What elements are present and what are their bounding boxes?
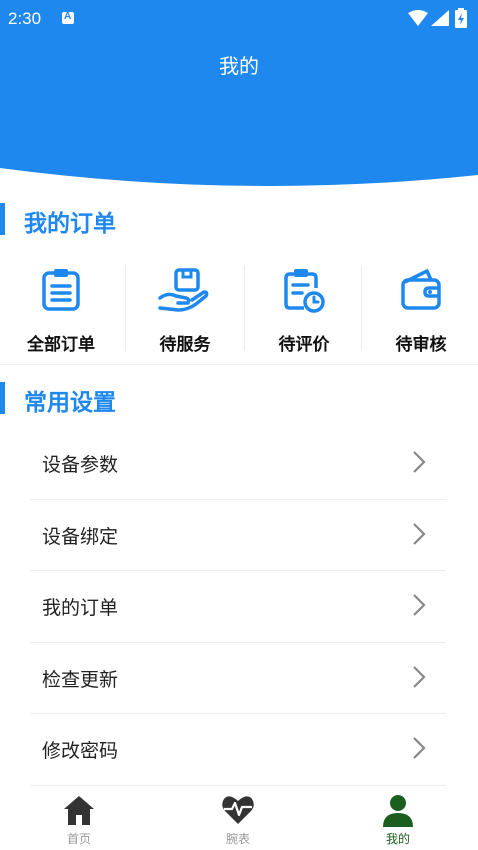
order-pending-service-button[interactable]: 待服务 (126, 258, 244, 356)
tab-watch[interactable]: 腕表 (178, 788, 298, 850)
order-pending-service-label: 待服务 (159, 335, 211, 355)
notification-a-icon (62, 11, 74, 24)
order-pending-review-label: 待评价 (278, 335, 330, 355)
order-pending-audit-button[interactable]: 待审核 (362, 258, 478, 356)
tab-mine-label: 我的 (385, 832, 410, 846)
order-all-button[interactable]: 全部订单 (2, 258, 120, 356)
menu-item-label: 修改密码 (42, 740, 119, 762)
page-title: 我的 (219, 54, 259, 78)
wallet-icon (401, 269, 441, 310)
home-icon (64, 796, 94, 825)
status-time: 2:30 (8, 9, 42, 28)
menu-item-check-update[interactable]: 检查更新 (30, 643, 446, 714)
tab-mine[interactable]: 我的 (338, 788, 458, 850)
order-all-label: 全部订单 (27, 335, 95, 355)
chevron-right-icon (413, 522, 426, 545)
orders-section-title: 我的订单 (24, 211, 116, 237)
menu-item-label: 设备参数 (42, 454, 119, 476)
tab-watch-label: 腕表 (225, 832, 250, 846)
tab-home[interactable]: 首页 (19, 788, 139, 850)
section-accent-bar (0, 382, 5, 414)
menu-item-change-password[interactable]: 修改密码 (30, 714, 446, 786)
heart-pulse-icon (222, 796, 254, 824)
settings-section-header: 常用设置 (0, 380, 478, 416)
clipboard-clock-icon (284, 269, 325, 313)
status-bar: 2:30 (0, 0, 478, 36)
tab-home-label: 首页 (66, 832, 91, 846)
wifi-icon (408, 10, 428, 26)
signal-icon (431, 10, 449, 26)
person-icon (383, 795, 413, 827)
chevron-right-icon (413, 451, 426, 473)
order-pending-review-button[interactable]: 待评价 (245, 258, 363, 356)
hand-package-icon (158, 268, 209, 312)
section-divider (0, 364, 478, 365)
settings-list: 设备参数 设备绑定 我的订单 检查更新 修改密码 (30, 428, 446, 786)
profile-header: 2:30 我的 (0, 0, 478, 190)
bottom-tab-bar: 首页 腕表 我的 (0, 788, 478, 850)
chevron-right-icon (413, 737, 426, 759)
section-accent-bar (0, 203, 5, 235)
battery-charging-icon (455, 8, 467, 28)
clipboard-list-icon (42, 269, 80, 311)
menu-item-device-params[interactable]: 设备参数 (30, 428, 446, 500)
chevron-right-icon (413, 665, 426, 688)
menu-item-label: 我的订单 (42, 597, 119, 619)
menu-item-label: 设备绑定 (42, 525, 119, 548)
chevron-right-icon (413, 594, 426, 616)
menu-item-label: 检查更新 (42, 668, 119, 691)
menu-item-device-binding[interactable]: 设备绑定 (30, 500, 446, 571)
order-pending-audit-label: 待审核 (395, 335, 447, 355)
menu-item-my-orders[interactable]: 我的订单 (30, 571, 446, 643)
order-shortcuts: 全部订单 待服务 待评价 待审核 (0, 258, 478, 356)
orders-section-header: 我的订单 (0, 201, 478, 237)
settings-section-title: 常用设置 (24, 390, 116, 416)
